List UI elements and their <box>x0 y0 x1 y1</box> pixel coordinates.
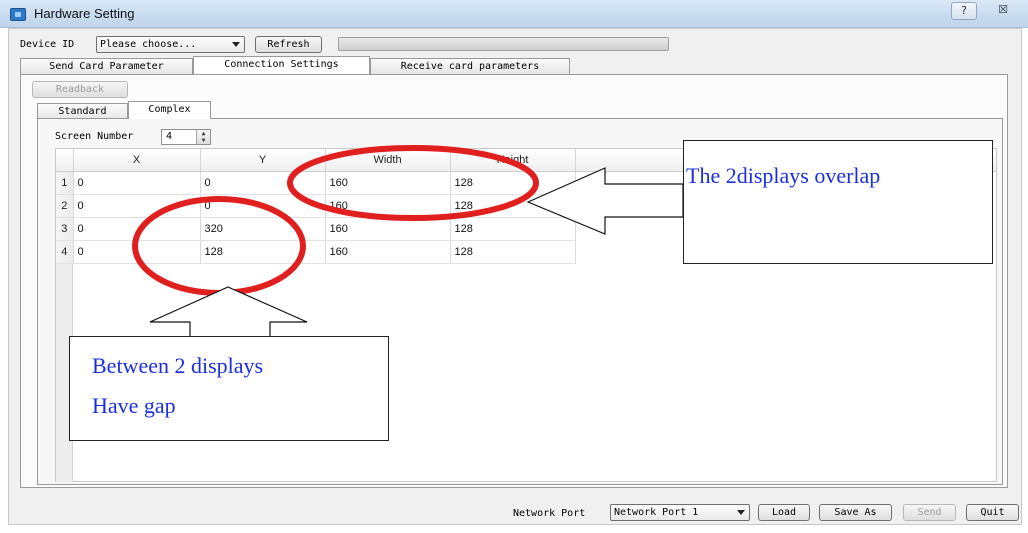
cell-height[interactable]: 128 <box>450 240 576 264</box>
network-port-select[interactable]: Network Port 1 <box>610 504 750 521</box>
cell-width[interactable]: 160 <box>325 171 451 195</box>
chevron-down-icon <box>232 42 240 47</box>
window-title: Hardware Setting <box>34 6 135 21</box>
device-id-select[interactable]: Please choose... <box>96 36 245 53</box>
cell-height[interactable]: 128 <box>450 171 576 195</box>
column-header-x[interactable]: X <box>73 149 201 172</box>
cell-y[interactable]: 0 <box>200 171 326 195</box>
cell-x[interactable]: 0 <box>73 194 201 218</box>
row-index[interactable]: 4 <box>56 240 74 264</box>
cell-y[interactable]: 320 <box>200 217 326 241</box>
tab-connection-settings[interactable]: Connection Settings <box>193 56 370 74</box>
overlap-callout: The 2displays overlap <box>683 140 993 264</box>
cell-x[interactable]: 0 <box>73 240 201 264</box>
gap-callout-line2: Have gap <box>92 393 176 418</box>
screen-number-spinbox[interactable]: 4 ▲ ▼ <box>161 129 211 145</box>
app-icon <box>10 8 26 21</box>
spin-arrows-icon[interactable]: ▲ ▼ <box>196 130 210 144</box>
column-header-y[interactable]: Y <box>200 149 326 172</box>
tab-send-card-parameter[interactable]: Send Card Parameter <box>20 58 193 74</box>
refresh-button[interactable]: Refresh <box>255 36 322 53</box>
gap-callout-line1: Between 2 displays <box>92 353 264 378</box>
column-header-height[interactable]: Height <box>450 149 576 172</box>
network-port-value: Network Port 1 <box>614 507 699 518</box>
readback-button[interactable]: Readback <box>32 81 128 98</box>
cell-y[interactable]: 128 <box>200 240 326 264</box>
send-button[interactable]: Send <box>903 504 956 521</box>
cell-x[interactable]: 0 <box>73 171 201 195</box>
tab-receive-card-parameters[interactable]: Receive card parameters <box>370 58 570 74</box>
tab-complex[interactable]: Complex <box>128 101 211 119</box>
tab-standard[interactable]: Standard <box>37 103 128 119</box>
screen-number-value: 4 <box>166 131 173 142</box>
quit-button[interactable]: Quit <box>966 504 1019 521</box>
gap-callout: Between 2 displays Have gap <box>69 336 389 441</box>
title-bar: Hardware Setting ? ☒ <box>0 0 1028 28</box>
cell-width[interactable]: 160 <box>325 240 451 264</box>
overlap-callout-text: The 2displays overlap <box>686 163 881 188</box>
row-index[interactable]: 1 <box>56 171 74 195</box>
row-index[interactable]: 3 <box>56 217 74 241</box>
screen-number-label: Screen Number <box>55 131 134 142</box>
column-header-width[interactable]: Width <box>325 149 451 172</box>
cell-height[interactable]: 128 <box>450 217 576 241</box>
close-icon[interactable]: ☒ <box>990 2 1016 20</box>
device-id-value: Please choose... <box>100 39 197 50</box>
row-index[interactable]: 2 <box>56 194 74 218</box>
help-button[interactable]: ? <box>951 2 977 20</box>
corner-header <box>56 149 74 172</box>
network-port-label: Network Port <box>513 508 586 519</box>
cell-height[interactable]: 128 <box>450 194 576 218</box>
cell-x[interactable]: 0 <box>73 217 201 241</box>
device-id-label: Device ID <box>20 39 75 50</box>
cell-y[interactable]: 0 <box>200 194 326 218</box>
cell-width[interactable]: 160 <box>325 217 451 241</box>
progress-bar <box>338 37 669 51</box>
save-as-button[interactable]: Save As <box>819 504 892 521</box>
chevron-down-icon <box>737 510 745 515</box>
load-button[interactable]: Load <box>758 504 810 521</box>
cell-width[interactable]: 160 <box>325 194 451 218</box>
